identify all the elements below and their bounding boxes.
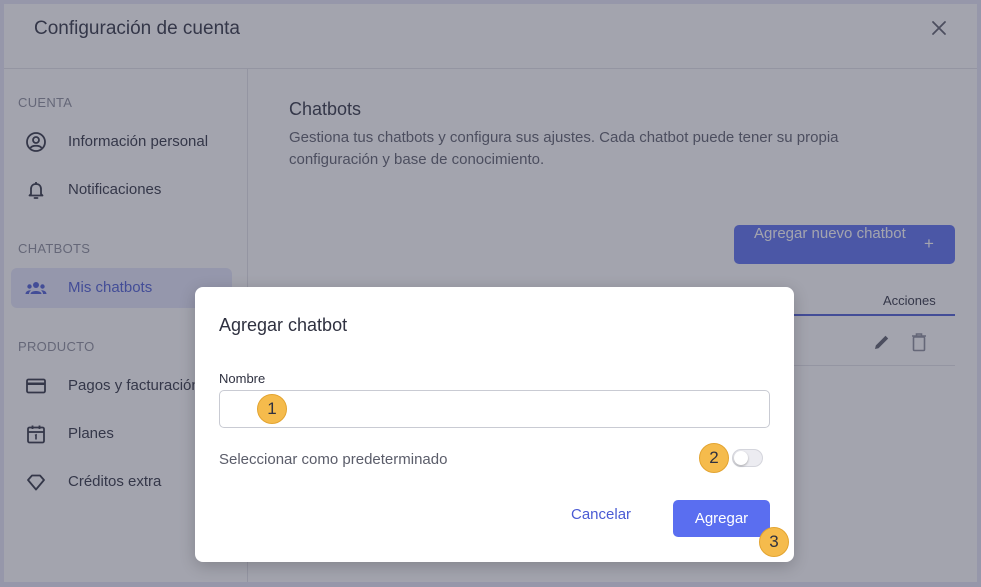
step-marker-2: 2: [699, 443, 729, 473]
name-input[interactable]: [219, 390, 770, 428]
add-chatbot-dialog: Agregar chatbot Nombre Seleccionar como …: [195, 287, 794, 562]
dialog-title: Agregar chatbot: [219, 315, 348, 335]
set-default-label: Seleccionar como predeterminado: [219, 451, 448, 468]
set-default-toggle[interactable]: [732, 449, 763, 467]
cancel-button[interactable]: Cancelar: [571, 506, 631, 523]
step-marker-1: 1: [257, 394, 287, 424]
name-label: Nombre: [219, 371, 266, 386]
add-button[interactable]: Agregar: [673, 500, 770, 537]
step-marker-3: 3: [759, 527, 789, 557]
toggle-knob: [734, 451, 748, 465]
